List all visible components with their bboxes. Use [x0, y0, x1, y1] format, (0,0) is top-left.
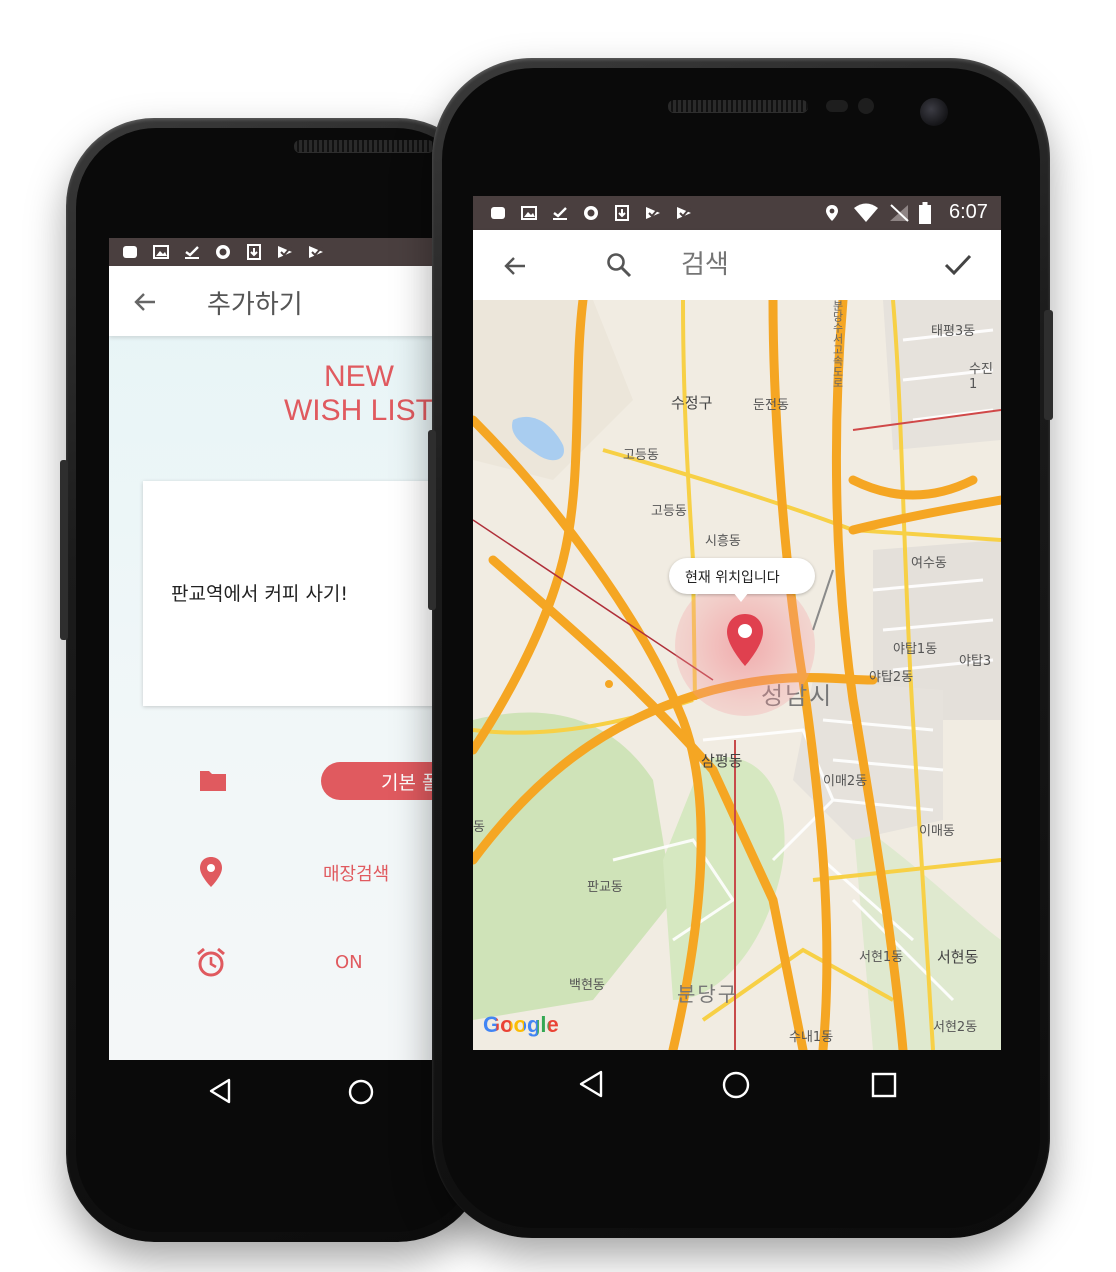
tooltip-arrow	[733, 592, 749, 602]
header-line-1: NEW	[324, 360, 394, 393]
search-input[interactable]	[679, 244, 883, 286]
task-check-icon	[276, 243, 294, 261]
road-label: 분당수서고속도로	[831, 300, 844, 388]
search-icon[interactable]	[605, 251, 633, 279]
place-label: 서현2동	[933, 1020, 978, 1035]
back-phone-screen: 추가하기 NEW WISH LIST 판교역에서 커피 사기! 기본 폴 매장검…	[109, 238, 449, 1060]
folder-icon	[199, 768, 227, 792]
wish-list-header: NEW WISH LIST	[259, 360, 449, 428]
note-text: 판교역에서 커피 사기!	[171, 583, 349, 605]
image-icon	[520, 204, 538, 222]
header-line-2: WISH LIST	[283, 394, 434, 427]
front-phone-camera	[920, 98, 948, 126]
tooltip-text: 현재 위치입니다	[685, 570, 780, 586]
confirm-check-icon[interactable]	[943, 250, 973, 280]
signal-off-icon	[889, 204, 909, 222]
nav-back-icon[interactable]	[577, 1070, 605, 1098]
district-label: 분당구	[677, 982, 739, 1006]
back-phone-side-button	[60, 460, 68, 640]
location-pin-icon	[199, 856, 223, 888]
message-icon	[121, 243, 139, 261]
search-app-bar	[473, 230, 1001, 300]
back-phone-speaker	[294, 140, 434, 152]
place-label: 동	[473, 820, 485, 835]
image-icon	[152, 243, 170, 261]
place-label: 서현1동	[859, 950, 904, 965]
task-check-icon-2	[307, 243, 325, 261]
front-phone-speaker	[668, 100, 808, 112]
current-location-pin-icon[interactable]	[725, 612, 765, 668]
place-label: 이매동	[919, 824, 955, 839]
google-logo-text: Google	[483, 1012, 559, 1037]
battery-icon	[919, 202, 931, 224]
vpn-shield-icon	[214, 243, 232, 261]
place-label: 서현동	[937, 948, 979, 966]
place-label: 이매2동	[823, 774, 868, 789]
place-label: 삼평동	[701, 752, 743, 770]
download-done-icon	[551, 204, 569, 222]
folder-select-button[interactable]: 기본 폴	[321, 762, 449, 800]
vpn-shield-icon	[582, 204, 600, 222]
nav-recents-icon[interactable]	[871, 1072, 897, 1098]
back-arrow-icon[interactable]	[501, 252, 529, 280]
download-icon	[613, 204, 631, 222]
place-label: 야탑3	[959, 654, 992, 669]
place-label: 수내1동	[789, 1030, 834, 1045]
front-phone-power-button	[1044, 310, 1053, 420]
task-check-icon	[644, 204, 662, 222]
front-phone-screen: 6:07 검색 태평3동 수진1 수정구 둔전동 고등동 고등동 시흥동 여수동…	[473, 196, 1001, 1050]
back-nav-bar	[109, 1060, 449, 1122]
download-icon	[245, 243, 263, 261]
task-check-icon-2	[675, 204, 693, 222]
place-label: 시흥동	[705, 534, 741, 549]
front-status-bar: 6:07	[473, 196, 1001, 230]
google-logo: Google	[483, 1012, 559, 1038]
back-app-bar: 추가하기	[109, 266, 449, 336]
message-icon	[489, 204, 507, 222]
page-title: 추가하기	[207, 290, 303, 320]
place-label: 야탑2동	[869, 670, 914, 685]
back-status-bar	[109, 238, 449, 266]
place-label: 여수동	[911, 556, 947, 571]
front-phone-sensor-1	[826, 100, 848, 112]
place-label: 판교동	[587, 880, 623, 895]
front-phone-left-button	[428, 430, 436, 610]
place-label: 수정구	[671, 394, 713, 412]
place-label: 야탑1동	[893, 642, 938, 657]
alarm-clock-icon	[195, 946, 227, 978]
folder-label: 기본 폴	[381, 772, 440, 794]
back-arrow-icon[interactable]	[131, 288, 159, 316]
note-card[interactable]: 판교역에서 커피 사기!	[143, 481, 449, 706]
front-phone-sensor-2	[858, 98, 874, 114]
place-label: 고등동	[623, 448, 659, 463]
location-tooltip: 현재 위치입니다	[669, 558, 815, 602]
place-label: 고등동	[651, 504, 687, 519]
location-status-icon	[825, 204, 839, 222]
place-label: 둔전동	[753, 398, 789, 413]
map-view[interactable]: 태평3동 수진1 수정구 둔전동 고등동 고등동 시흥동 여수동 야탑1동 야탑…	[473, 300, 1001, 1050]
place-label: 백현동	[569, 978, 605, 993]
clock-time: 6:07	[949, 201, 988, 223]
nav-back-icon[interactable]	[207, 1078, 233, 1104]
nav-home-icon[interactable]	[721, 1070, 751, 1100]
wifi-icon	[853, 203, 879, 223]
nav-home-icon[interactable]	[347, 1078, 375, 1106]
place-label: 수진1	[969, 362, 993, 392]
place-label: 태평3동	[931, 324, 976, 339]
alarm-toggle[interactable]: ON	[335, 952, 363, 973]
download-done-icon	[183, 243, 201, 261]
front-nav-bar	[473, 1050, 1001, 1118]
store-search-link[interactable]: 매장검색	[323, 860, 389, 886]
